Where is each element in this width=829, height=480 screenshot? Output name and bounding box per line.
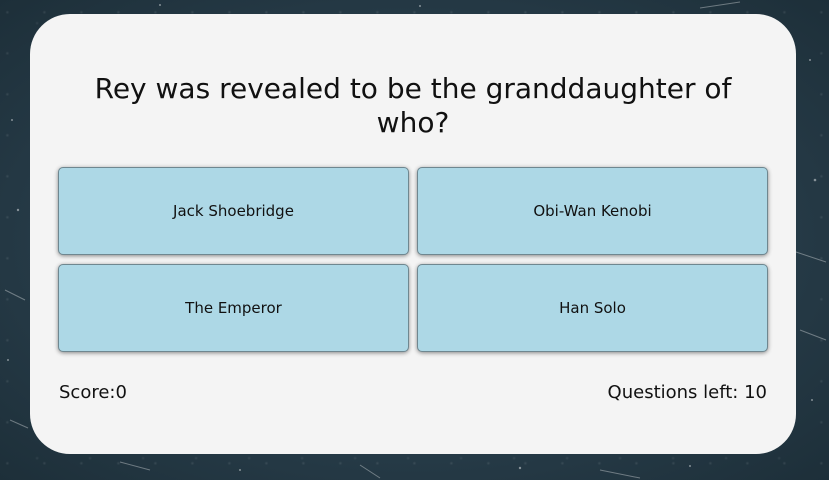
score-label: Score: (59, 382, 116, 403)
questions-left-value: 10 (744, 382, 767, 403)
answer-button-2[interactable]: Obi-Wan Kenobi (417, 167, 768, 255)
answer-button-3[interactable]: The Emperor (58, 264, 409, 352)
answer-button-1[interactable]: Jack Shoebridge (58, 167, 409, 255)
answer-grid: Jack Shoebridge Obi-Wan Kenobi The Emper… (58, 167, 768, 352)
score-value: 0 (115, 382, 127, 403)
score-display: Score:0 (59, 382, 127, 403)
quiz-card: Rey was revealed to be the granddaughter… (30, 14, 796, 454)
questions-left-label: Questions left: (607, 382, 745, 403)
question-text: Rey was revealed to be the granddaughter… (94, 72, 732, 139)
questions-left-display: Questions left: 10 (608, 382, 767, 403)
answer-button-4[interactable]: Han Solo (417, 264, 768, 352)
